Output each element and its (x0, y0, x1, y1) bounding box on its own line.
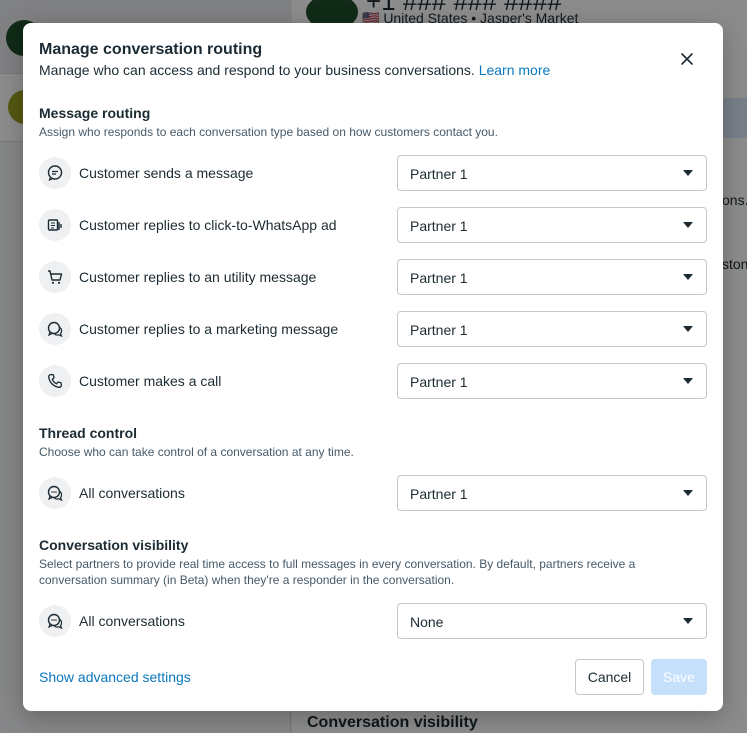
routing-row-label: Customer replies to click-to-WhatsApp ad (79, 217, 337, 233)
caret-down-icon (683, 326, 693, 332)
chat-bubbles-icon (39, 313, 71, 345)
responder-select[interactable]: Partner 1 (397, 207, 707, 243)
select-value: Partner 1 (410, 270, 468, 286)
select-value: Partner 1 (410, 218, 468, 234)
dialog-description: Manage who can access and respond to you… (39, 62, 550, 78)
routing-row-call: Customer makes a call Partner 1 (39, 363, 707, 399)
thread-control-row: All conversations Partner 1 (39, 475, 707, 511)
conversation-visibility-description: Select partners to provide real time acc… (39, 557, 636, 587)
visibility-select[interactable]: None (397, 603, 707, 639)
save-button[interactable]: Save (651, 659, 707, 695)
cancel-button[interactable]: Cancel (575, 659, 644, 695)
select-value: Partner 1 (410, 486, 468, 502)
responder-select[interactable]: Partner 1 (397, 259, 707, 295)
dialog-title: Manage conversation routing (39, 41, 263, 58)
conversation-visibility-row: All conversations None (39, 603, 707, 639)
responder-select[interactable]: Partner 1 (397, 311, 707, 347)
conversations-icon (39, 477, 71, 509)
message-routing-description: Assign who responds to each conversation… (39, 125, 498, 139)
routing-row-ad: Customer replies to click-to-WhatsApp ad… (39, 207, 707, 243)
message-routing-title: Message routing (39, 105, 151, 121)
conversations-icon (39, 605, 71, 637)
select-value: Partner 1 (410, 166, 468, 182)
thread-control-description: Choose who can take control of a convers… (39, 445, 354, 459)
thread-control-title: Thread control (39, 425, 138, 441)
close-icon (681, 53, 693, 65)
routing-row-label: Customer replies to an utility message (79, 269, 317, 285)
responder-select[interactable]: Partner 1 (397, 155, 707, 191)
routing-row-label: Customer makes a call (79, 373, 222, 389)
routing-row-utility: Customer replies to an utility message P… (39, 259, 707, 295)
caret-down-icon (683, 490, 693, 496)
thread-control-select[interactable]: Partner 1 (397, 475, 707, 511)
select-value: None (410, 614, 444, 630)
routing-dialog: Manage conversation routing Manage who c… (23, 23, 723, 711)
caret-down-icon (683, 222, 693, 228)
routing-row-marketing: Customer replies to a marketing message … (39, 311, 707, 347)
message-icon (39, 157, 71, 189)
routing-row-label: Customer replies to a marketing message (79, 321, 339, 337)
routing-row-label: Customer sends a message (79, 165, 254, 181)
show-advanced-settings-link[interactable]: Show advanced settings (39, 669, 191, 685)
routing-row-label: All conversations (79, 485, 185, 501)
phone-icon (39, 365, 71, 397)
conversation-visibility-title: Conversation visibility (39, 537, 189, 553)
caret-down-icon (683, 274, 693, 280)
routing-row-label: All conversations (79, 613, 185, 629)
caret-down-icon (683, 170, 693, 176)
caret-down-icon (683, 378, 693, 384)
close-button[interactable] (673, 45, 701, 73)
caret-down-icon (683, 618, 693, 624)
select-value: Partner 1 (410, 322, 468, 338)
ad-icon (39, 209, 71, 241)
routing-row-message: Customer sends a message Partner 1 (39, 155, 707, 191)
cart-icon (39, 261, 71, 293)
learn-more-link[interactable]: Learn more (479, 62, 551, 78)
dialog-description-text: Manage who can access and respond to you… (39, 62, 475, 78)
responder-select[interactable]: Partner 1 (397, 363, 707, 399)
select-value: Partner 1 (410, 374, 468, 390)
